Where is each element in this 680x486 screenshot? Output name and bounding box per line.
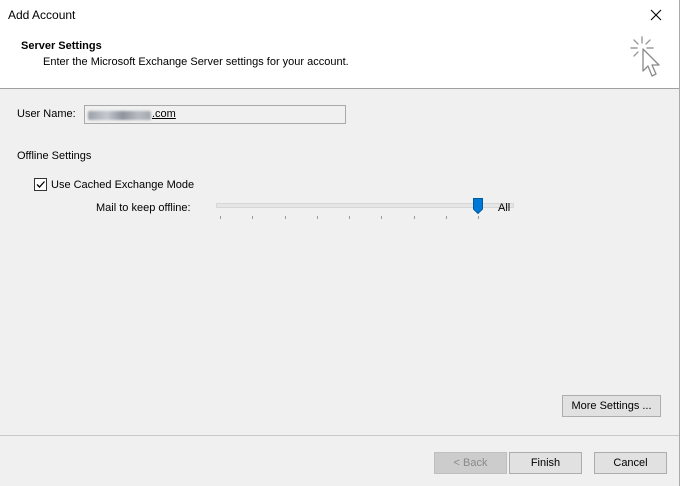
finish-button[interactable]: Finish (509, 452, 582, 474)
mail-offline-label: Mail to keep offline: (96, 202, 191, 214)
check-icon (36, 181, 45, 188)
username-field[interactable]: .com (84, 105, 346, 124)
header-title: Server Settings (21, 40, 102, 52)
dialog-footer: < Back Finish Cancel (0, 435, 679, 486)
cursor-sparkle-icon (630, 36, 660, 77)
dialog-content: User Name: .com Offline Settings Use Cac… (0, 89, 679, 435)
more-settings-button[interactable]: More Settings ... (562, 395, 661, 417)
add-account-dialog: Add Account Server Settings Enter the Mi… (0, 0, 680, 486)
cached-mode-label: Use Cached Exchange Mode (51, 179, 195, 191)
username-redacted (88, 111, 151, 120)
dialog-header: Server Settings Enter the Microsoft Exch… (0, 30, 679, 89)
slider-tick (284, 216, 286, 219)
header-subtitle: Enter the Microsoft Exchange Server sett… (43, 56, 349, 68)
window-title: Add Account (8, 8, 76, 22)
slider-tick (445, 216, 447, 219)
back-button[interactable]: < Back (434, 452, 507, 474)
slider-tick (381, 216, 383, 219)
slider-tick (413, 216, 415, 219)
offline-settings-label: Offline Settings (17, 150, 92, 162)
username-label: User Name: (17, 108, 76, 120)
close-button[interactable] (633, 0, 679, 30)
slider-tick (478, 216, 479, 219)
slider-tick (349, 216, 350, 219)
title-bar: Add Account (0, 0, 679, 30)
close-icon (650, 9, 662, 21)
mail-offline-value: All (498, 202, 511, 214)
username-suffix: .com (152, 108, 176, 120)
cancel-button[interactable]: Cancel (594, 452, 667, 474)
mail-offline-slider-thumb[interactable] (473, 198, 483, 214)
cached-mode-checkbox[interactable] (34, 178, 47, 191)
slider-tick (220, 216, 221, 219)
slider-tick (316, 216, 318, 219)
mail-offline-slider-track[interactable] (216, 203, 514, 208)
slider-tick (252, 216, 254, 219)
